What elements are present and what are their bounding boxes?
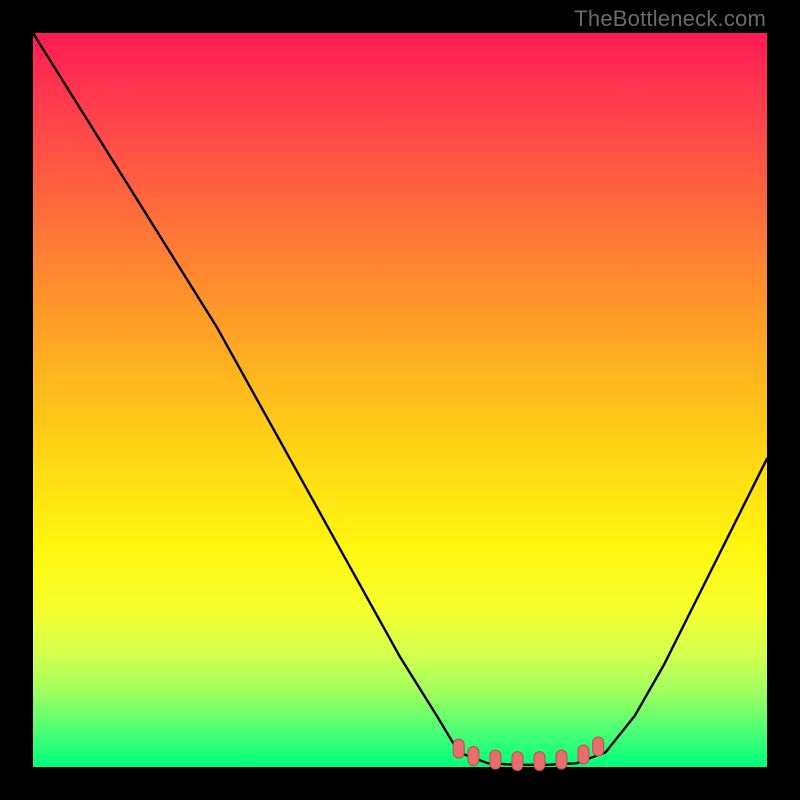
optimal-marker [534,752,545,771]
optimal-marker [593,737,604,756]
optimal-marker [468,746,479,765]
optimal-marker [453,739,464,758]
optimal-marker [490,750,501,769]
bottleneck-curve-path [33,33,767,765]
optimal-marker [578,745,589,764]
optimal-marker [512,752,523,771]
curve-layer [33,33,767,765]
attribution-text: TheBottleneck.com [574,6,766,32]
chart-svg [33,33,767,767]
optimal-marker [556,750,567,769]
chart-frame: TheBottleneck.com [0,0,800,800]
